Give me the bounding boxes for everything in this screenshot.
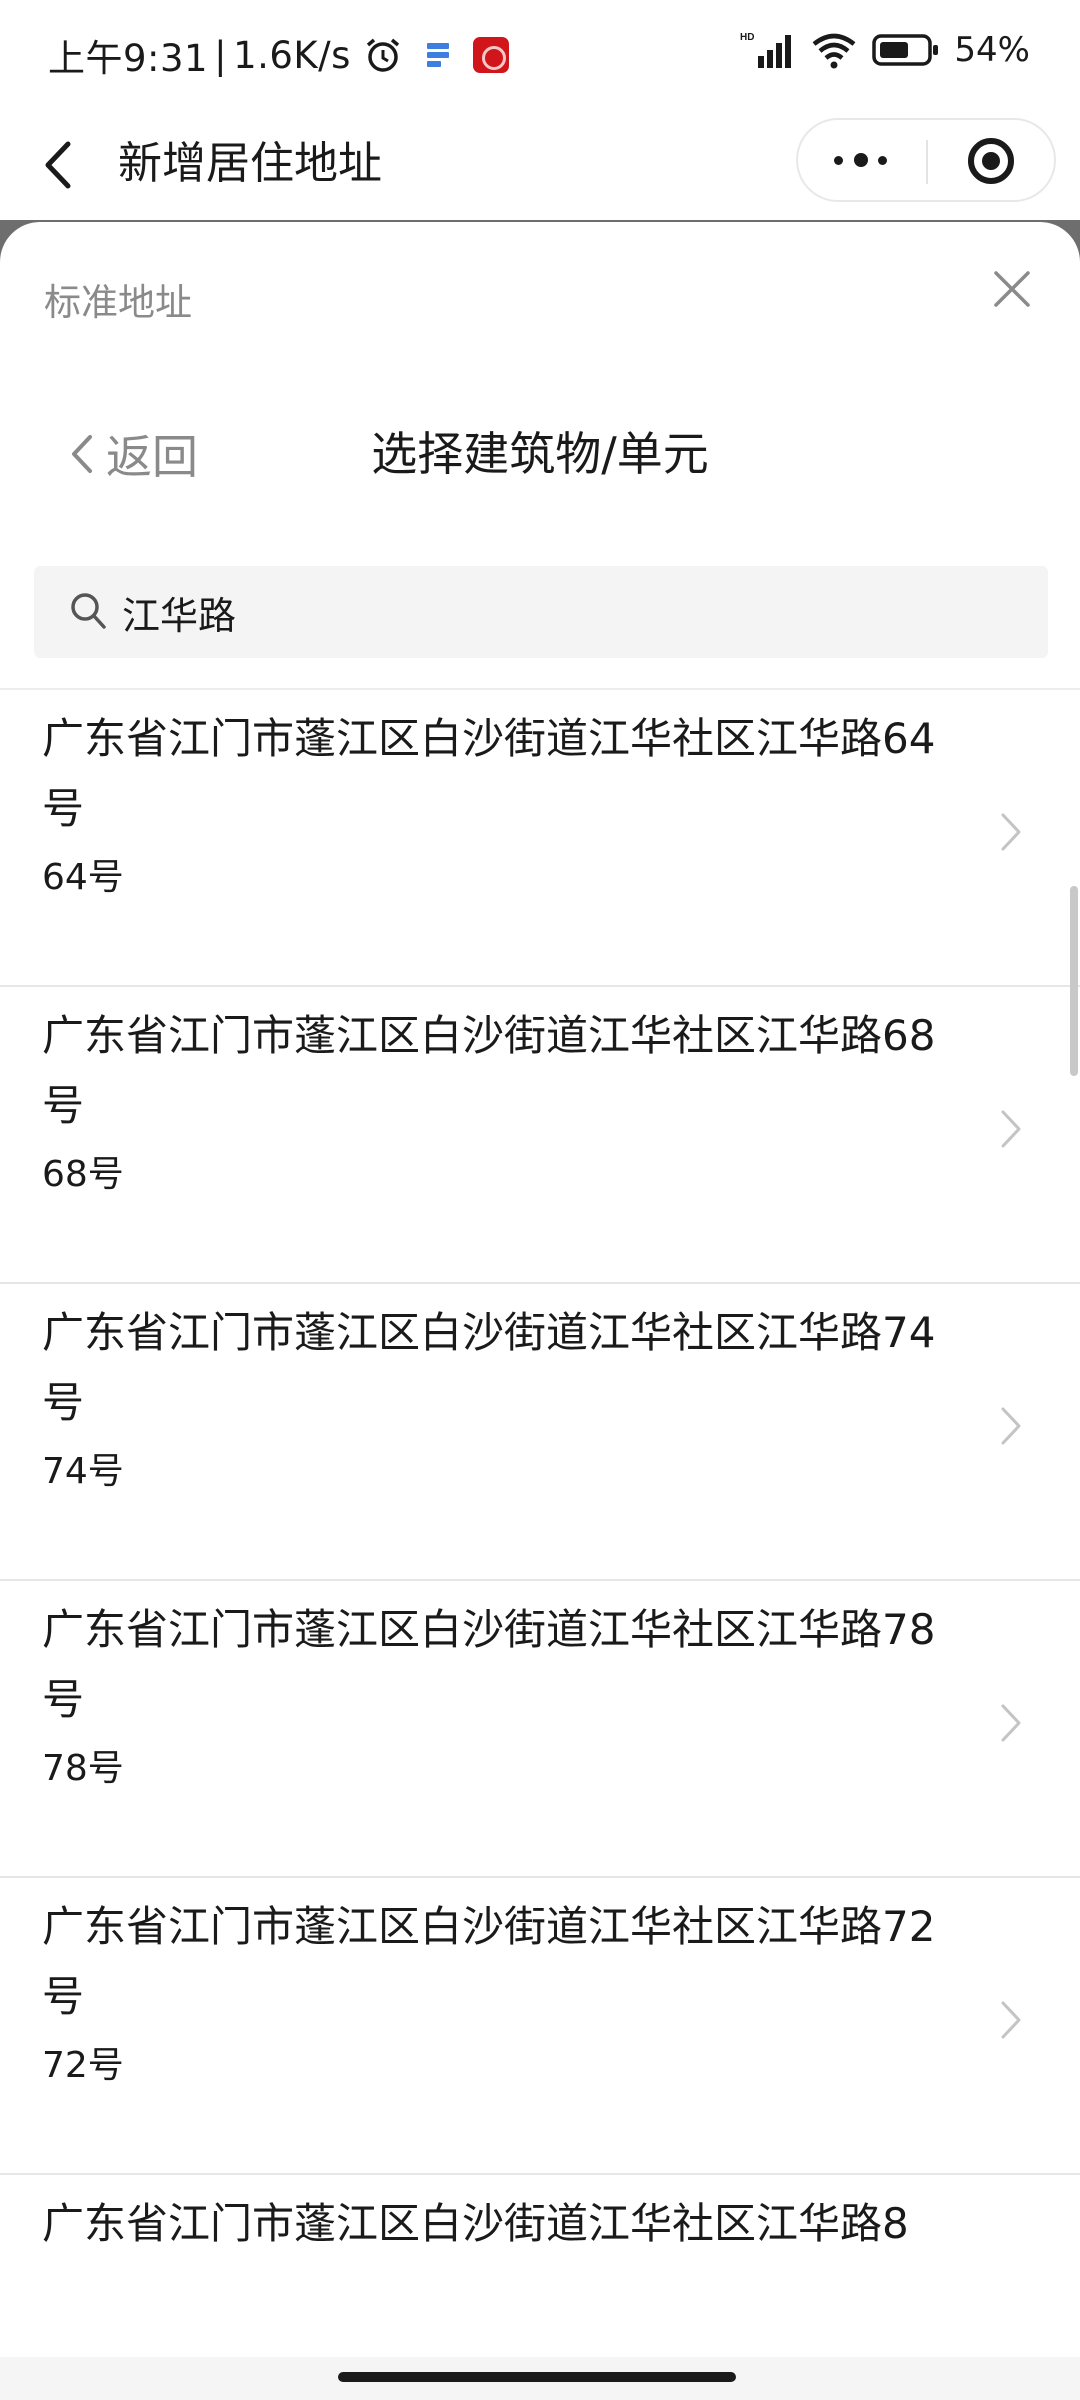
list-item-subtitle: 78号 xyxy=(42,1748,124,1789)
more-icon[interactable] xyxy=(798,120,926,200)
back-arrow-icon[interactable] xyxy=(38,136,78,194)
list-item-subtitle: 72号 xyxy=(42,2045,124,2086)
chevron-right-icon xyxy=(1001,1704,1021,1742)
home-indicator[interactable] xyxy=(338,2372,736,2382)
list-item-title: 广东省江门市蓬江区白沙街道江华社区江华路8 xyxy=(42,2199,909,2248)
status-separator: | xyxy=(214,33,228,77)
chevron-right-icon xyxy=(1001,1110,1021,1148)
search-box[interactable] xyxy=(34,566,1048,658)
battery-icon xyxy=(872,34,939,66)
status-time: 上午9:31 xyxy=(48,37,209,80)
list-item[interactable]: 广东省江门市蓬江区白沙街道江华社区江华路64号 64号 xyxy=(0,690,1080,987)
search-input[interactable] xyxy=(122,566,1022,658)
chevron-left-icon xyxy=(72,435,92,473)
list-item-title: 广东省江门市蓬江区白沙街道江华社区江华路64号 xyxy=(42,714,936,833)
page-title: 新增居住地址 xyxy=(118,138,382,189)
status-left: 上午9:31 | 1.6K/s xyxy=(48,28,509,82)
scrollbar[interactable] xyxy=(1070,886,1078,1076)
return-label: 返回 xyxy=(106,430,198,484)
list-item[interactable]: 广东省江门市蓬江区白沙街道江华社区江华路78号 78号 xyxy=(0,1581,1080,1878)
return-button[interactable]: 返回 xyxy=(68,422,198,486)
list-item-subtitle: 64号 xyxy=(42,857,124,898)
status-net-speed: 1.6K/s xyxy=(233,33,351,77)
alarm-icon xyxy=(366,38,400,72)
status-right: HD 54% xyxy=(740,30,1030,70)
list-item[interactable]: 广东省江门市蓬江区白沙街道江华社区江华路8 xyxy=(0,2175,1080,2357)
list-item-subtitle: 68号 xyxy=(42,1154,124,1195)
list-item[interactable]: 广东省江门市蓬江区白沙街道江华社区江华路72号 72号 xyxy=(0,1878,1080,2175)
search-icon xyxy=(71,593,106,629)
close-miniprogram-icon[interactable] xyxy=(928,120,1054,200)
sheet-label: 标准地址 xyxy=(44,281,192,324)
chevron-right-icon xyxy=(1001,1407,1021,1445)
svg-text:HD: HD xyxy=(740,32,754,43)
miniprogram-capsule xyxy=(796,118,1056,202)
app-header: 新增居住地址 xyxy=(0,110,1080,220)
list-item-title: 广东省江门市蓬江区白沙街道江华社区江华路68号 xyxy=(42,1011,936,1130)
list-item-title: 广东省江门市蓬江区白沙街道江华社区江华路74号 xyxy=(42,1308,936,1427)
chevron-right-icon xyxy=(1001,813,1021,851)
wifi-icon xyxy=(813,33,856,69)
list-item[interactable]: 广东省江门市蓬江区白沙街道江华社区江华路68号 68号 xyxy=(0,987,1080,1284)
app-notification-icon xyxy=(426,41,449,69)
app-notification-icon-red xyxy=(472,37,509,73)
status-bar: 上午9:31 | 1.6K/s HD 54% xyxy=(0,0,1080,110)
list-item-subtitle: 74号 xyxy=(42,1451,124,1492)
address-picker-sheet: 标准地址 选择建筑物/单元 返回 广东省江门市蓬江区白沙街道江华社区江华路64号… xyxy=(0,222,1080,2357)
address-list: 广东省江门市蓬江区白沙街道江华社区江华路64号 64号 广东省江门市蓬江区白沙街… xyxy=(0,690,1080,2357)
battery-percent: 54% xyxy=(954,30,1030,70)
signal-icon: HD xyxy=(740,32,792,68)
list-item-title: 广东省江门市蓬江区白沙街道江华社区江华路72号 xyxy=(42,1902,936,2021)
list-item[interactable]: 广东省江门市蓬江区白沙街道江华社区江华路74号 74号 xyxy=(0,1284,1080,1581)
chevron-right-icon xyxy=(1001,2001,1021,2039)
list-item-title: 广东省江门市蓬江区白沙街道江华社区江华路78号 xyxy=(42,1605,936,1724)
close-icon[interactable] xyxy=(990,267,1034,311)
